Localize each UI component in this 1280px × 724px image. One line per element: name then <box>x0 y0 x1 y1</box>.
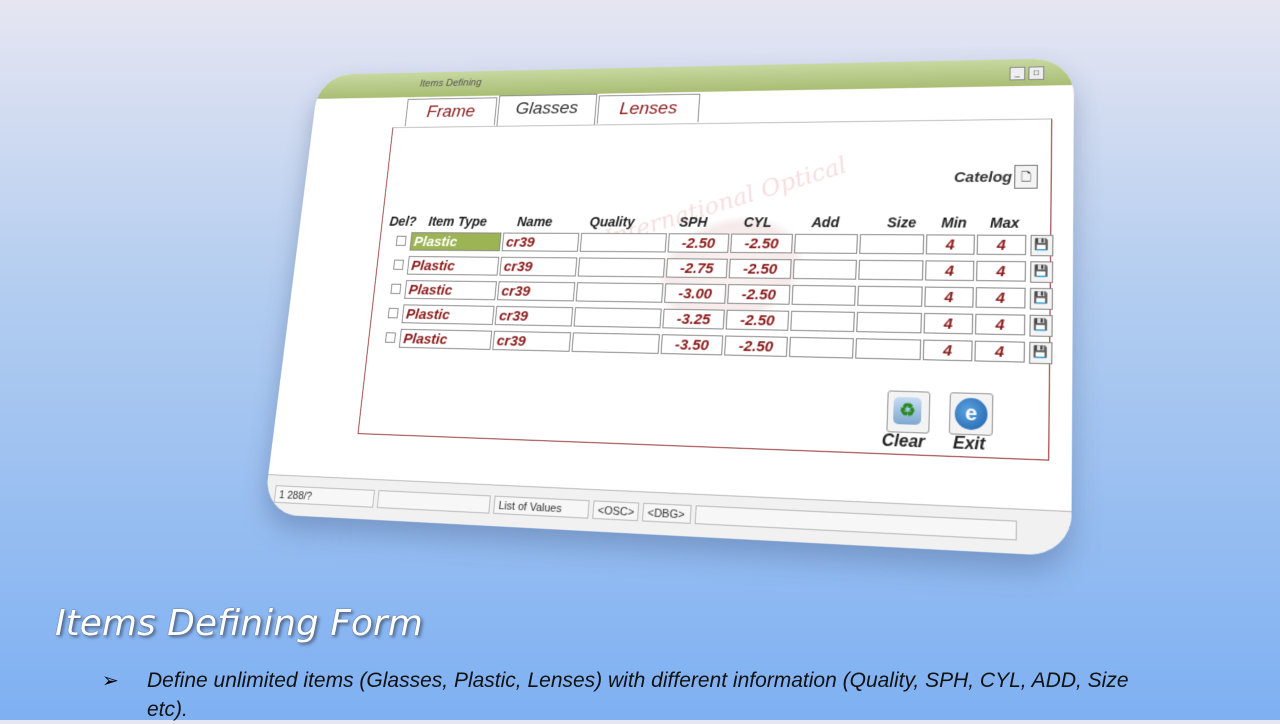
size-field[interactable] <box>855 338 922 361</box>
clear-button[interactable]: ♻ <box>886 390 931 434</box>
add-field[interactable] <box>792 259 857 280</box>
save-icon[interactable]: 💾 <box>1029 287 1053 310</box>
max-field[interactable]: 4 <box>976 234 1027 256</box>
table-row: Plastic cr39 -3.00 -2.50 4 4 💾 <box>390 280 1053 310</box>
cyl-field[interactable]: -2.50 <box>730 233 793 254</box>
add-field[interactable] <box>788 336 854 359</box>
table-row: Plastic cr39 -2.75 -2.50 4 4 💾 <box>392 256 1054 283</box>
sph-field[interactable]: -2.50 <box>667 233 730 253</box>
add-field[interactable] <box>790 310 855 333</box>
status-lov: List of Values <box>493 495 590 519</box>
max-field[interactable]: 4 <box>974 313 1026 336</box>
save-icon[interactable]: 💾 <box>1030 261 1054 283</box>
clear-label: Clear <box>881 432 926 452</box>
window-titlebar: Items Defining _ □ <box>315 57 1075 99</box>
sph-field[interactable]: -3.50 <box>660 334 724 356</box>
name-field[interactable]: cr39 <box>492 330 572 352</box>
min-field[interactable]: 4 <box>925 234 975 255</box>
add-field[interactable] <box>794 233 858 254</box>
save-icon[interactable]: 💾 <box>1029 314 1053 337</box>
tab-frame[interactable]: Frame <box>404 97 498 127</box>
name-field[interactable]: cr39 <box>494 305 574 327</box>
catalog-button[interactable]: 🗋 <box>1014 164 1038 189</box>
size-field[interactable] <box>857 285 923 307</box>
header-max: Max <box>989 214 1020 231</box>
catalog-label: Catelog <box>953 168 1013 186</box>
save-icon[interactable]: 💾 <box>1029 341 1053 365</box>
cyl-field[interactable]: -2.50 <box>725 309 790 331</box>
max-field[interactable]: 4 <box>974 340 1025 363</box>
delete-checkbox[interactable] <box>393 259 404 270</box>
min-field[interactable]: 4 <box>922 339 973 362</box>
header-del: Del? <box>388 213 418 229</box>
item-type-field[interactable]: Plastic <box>401 304 495 325</box>
size-field[interactable] <box>859 234 925 255</box>
name-field[interactable]: cr39 <box>501 232 580 252</box>
name-field[interactable]: cr39 <box>496 281 576 302</box>
item-type-field[interactable]: Plastic <box>409 232 502 252</box>
slide-title: Items Defining Form <box>55 603 423 644</box>
header-min: Min <box>941 214 967 231</box>
sph-field[interactable]: -3.25 <box>662 308 725 330</box>
status-segment <box>694 505 1017 541</box>
table-row: Plastic cr39 -3.25 -2.50 4 4 💾 <box>387 304 1053 337</box>
exit-button[interactable]: e <box>948 392 994 436</box>
bullet-arrow-icon: ➢ <box>102 670 119 692</box>
header-name: Name <box>516 214 554 230</box>
table-row: Plastic cr39 -3.50 -2.50 4 4 💾 <box>384 328 1053 365</box>
header-add: Add <box>811 214 840 231</box>
status-osc: <OSC> <box>592 500 640 522</box>
quality-field[interactable] <box>571 332 660 354</box>
maximize-icon[interactable]: □ <box>1028 66 1045 81</box>
min-field[interactable]: 4 <box>923 312 974 335</box>
max-field[interactable]: 4 <box>976 260 1026 282</box>
header-quality: Quality <box>589 214 636 230</box>
bullet-text: Define unlimited items (Glasses, Plastic… <box>147 669 1129 721</box>
sph-field[interactable]: -3.00 <box>664 283 727 304</box>
delete-checkbox[interactable] <box>384 332 396 343</box>
quality-field[interactable] <box>573 307 662 329</box>
delete-checkbox[interactable] <box>395 235 407 246</box>
cyl-field[interactable]: -2.50 <box>728 258 792 279</box>
header-size: Size <box>886 214 917 231</box>
record-indicator: 1 288/? <box>273 485 376 508</box>
header-cyl: CYL <box>743 214 772 230</box>
recycle-bin-icon: ♻ <box>893 396 922 425</box>
item-type-field[interactable]: Plastic <box>404 280 497 301</box>
header-sph: SPH <box>678 214 708 230</box>
max-field[interactable]: 4 <box>975 287 1026 309</box>
quality-field[interactable] <box>577 257 666 278</box>
browser-e-icon: e <box>954 397 988 431</box>
tab-lenses[interactable]: Lenses <box>596 93 701 124</box>
exit-label: Exit <box>952 434 986 454</box>
delete-checkbox[interactable] <box>387 307 399 319</box>
tab-glasses[interactable]: Glasses <box>496 93 598 126</box>
table-row: Plastic cr39 -2.50 -2.50 4 4 💾 <box>395 232 1054 257</box>
tab-strip: Frame Glasses Lenses <box>404 93 701 127</box>
header-item-type: Item Type <box>427 213 488 229</box>
size-field[interactable] <box>856 311 922 334</box>
window-title: Items Defining <box>419 77 482 90</box>
sph-field[interactable]: -2.75 <box>665 258 728 279</box>
min-field[interactable]: 4 <box>925 260 975 282</box>
minimize-icon[interactable]: _ <box>1009 66 1026 81</box>
size-field[interactable] <box>858 259 924 281</box>
name-field[interactable]: cr39 <box>499 256 578 277</box>
save-icon[interactable]: 💾 <box>1030 234 1054 257</box>
delete-checkbox[interactable] <box>390 283 402 295</box>
items-defining-window: Items Defining _ □ Frame Glasses Lenses … <box>263 57 1075 557</box>
cyl-field[interactable]: -2.50 <box>727 284 791 305</box>
document-icon: 🗋 <box>1020 169 1032 184</box>
item-type-field[interactable]: Plastic <box>398 328 493 350</box>
min-field[interactable]: 4 <box>924 286 974 308</box>
quality-field[interactable] <box>579 232 667 253</box>
add-field[interactable] <box>791 284 856 306</box>
status-dbg: <DBG> <box>641 502 692 524</box>
item-type-field[interactable]: Plastic <box>406 256 500 276</box>
quality-field[interactable] <box>575 282 664 303</box>
cyl-field[interactable]: -2.50 <box>724 335 788 357</box>
status-bar: 1 288/? List of Values <OSC> <DBG> <box>263 474 1072 557</box>
status-segment <box>376 490 491 514</box>
glasses-form: International Optical Catelog 🗋 Del? Ite… <box>357 118 1054 461</box>
